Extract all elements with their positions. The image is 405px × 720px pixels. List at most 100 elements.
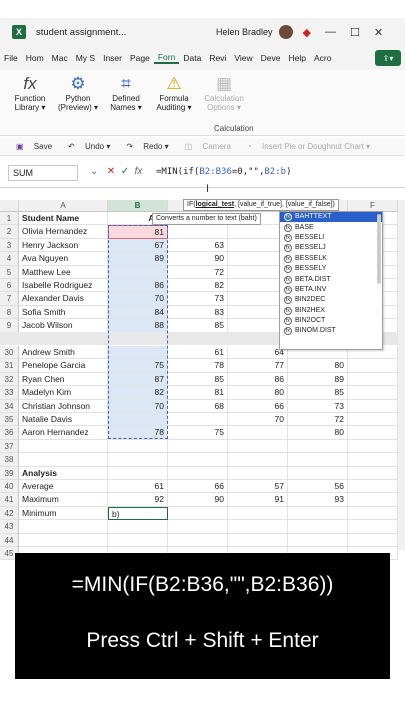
tab-insert[interactable]: Inser	[99, 53, 126, 63]
cell-f[interactable]	[348, 386, 398, 400]
cell-d[interactable]	[228, 520, 288, 534]
function-autocomplete-list[interactable]: fx BAHTTEXT fx BASE fx BESSELI fx BESSELJ fx BESS…	[279, 211, 383, 350]
cell-a[interactable]: Analysis	[19, 466, 108, 480]
cell-a[interactable]: Madelyn Kim	[19, 386, 108, 400]
tab-home[interactable]: Hom	[22, 53, 48, 63]
cell-b[interactable]: 86	[108, 279, 168, 293]
tab-my-stuff[interactable]: My S	[72, 53, 99, 63]
cell-f[interactable]	[348, 520, 398, 534]
row-number[interactable]: 7	[0, 292, 19, 306]
tab-acrobat[interactable]: Acro	[310, 53, 335, 63]
cell-c[interactable]: 81	[168, 386, 228, 400]
cell-a[interactable]: Ava Nguyen	[19, 252, 108, 266]
column-header-a[interactable]: A	[19, 200, 108, 212]
cell-a[interactable]: Jacob Wilson	[19, 319, 108, 333]
cell-e[interactable]: 56	[288, 480, 348, 494]
vertical-scrollbar[interactable]	[398, 200, 405, 550]
cell-a[interactable]: Penelope Garcia	[19, 359, 108, 373]
cell-b[interactable]	[108, 466, 168, 480]
cell-f[interactable]	[348, 426, 398, 440]
tab-developer[interactable]: Deve	[257, 53, 285, 63]
row-number[interactable]: 31	[0, 359, 19, 373]
cell-a[interactable]: Maximum	[19, 493, 108, 507]
row-number[interactable]: 8	[0, 305, 19, 320]
row-number[interactable]: 6	[0, 279, 19, 293]
cell-d[interactable]	[228, 533, 288, 547]
autocomplete-item[interactable]: fx BAHTTEXT	[280, 212, 382, 223]
row-number[interactable]: 33	[0, 386, 19, 400]
cell-d[interactable]: 77	[228, 359, 288, 373]
cell-e[interactable]	[288, 466, 348, 480]
cell-a[interactable]: Matthew Lee	[19, 265, 108, 279]
cell-e[interactable]: 73	[288, 399, 348, 413]
row-number[interactable]: 1	[0, 212, 19, 226]
insert-function-icon[interactable]: fx	[135, 166, 143, 177]
cell-a[interactable]: Alexander Davis	[19, 292, 108, 306]
cell-d[interactable]: 57	[228, 480, 288, 494]
cell-a[interactable]: Henry Jackson	[19, 238, 108, 253]
cell-c[interactable]	[168, 453, 228, 467]
cell-f[interactable]	[348, 399, 398, 413]
row-number[interactable]: 5	[0, 265, 19, 279]
cell-d[interactable]: 70	[228, 413, 288, 427]
cell-a[interactable]: Student Name	[19, 212, 108, 226]
cell-a[interactable]: Isabelle Rodriguez	[19, 279, 108, 293]
share-button[interactable]: ⇪▾	[375, 50, 401, 66]
cancel-icon[interactable]: ✕	[107, 166, 115, 177]
cell-a[interactable]: Average	[19, 480, 108, 494]
undo-button[interactable]: ↶ Undo ▾	[60, 142, 110, 151]
row-number[interactable]: 32	[0, 372, 19, 387]
cell-e[interactable]	[288, 453, 348, 467]
cell-b[interactable]: 82	[108, 386, 168, 400]
cell-b[interactable]	[108, 453, 168, 467]
cell-b[interactable]	[108, 413, 168, 427]
autocomplete-item[interactable]: fx BETA.DIST	[280, 274, 382, 284]
cell-b[interactable]	[108, 439, 168, 454]
tab-page-layout[interactable]: Page	[126, 53, 154, 63]
cell-b[interactable]	[108, 533, 168, 547]
cell-e[interactable]	[288, 533, 348, 547]
close-button[interactable]: ✕	[374, 26, 383, 39]
cell-c[interactable]: 66	[168, 480, 228, 494]
row-number[interactable]: 42	[0, 506, 19, 521]
cell-c[interactable]: 61	[168, 346, 228, 360]
cell-a[interactable]	[19, 520, 108, 534]
tab-review[interactable]: Revi	[205, 53, 230, 63]
autocomplete-item[interactable]: fx BETA.INV	[280, 285, 382, 295]
cell-c[interactable]: 68	[168, 399, 228, 413]
python-button[interactable]: ⚙ Python (Preview) ▾	[56, 74, 100, 112]
cell-e[interactable]: 80	[288, 359, 348, 373]
cell-e[interactable]: 80	[288, 426, 348, 440]
tab-data[interactable]: Data	[179, 53, 205, 63]
cell-f[interactable]	[348, 372, 398, 387]
cell-d[interactable]: 80	[228, 386, 288, 400]
cell-b[interactable]: b)	[108, 506, 168, 521]
cell-c[interactable]	[168, 506, 228, 521]
row-number[interactable]: 36	[0, 426, 19, 440]
cell-b[interactable]: 78	[108, 426, 168, 440]
cell-d[interactable]	[228, 453, 288, 467]
row-number[interactable]: 40	[0, 480, 19, 494]
cell-d[interactable]: 86	[228, 372, 288, 387]
row-number[interactable]: 35	[0, 413, 19, 427]
redo-button[interactable]: ↷ Redo ▾	[118, 142, 168, 151]
save-button[interactable]: ▣ Save	[8, 142, 52, 151]
row-number[interactable]: 9	[0, 319, 19, 333]
tab-file[interactable]: File	[0, 53, 22, 63]
user-name[interactable]: Helen Bradley	[216, 27, 273, 37]
cell-c[interactable]: 90	[168, 252, 228, 266]
formula-input[interactable]: =MIN(if(B2:B36=0,"",B2:b)	[156, 167, 292, 177]
cell-f[interactable]	[348, 359, 398, 373]
cell-c[interactable]	[168, 439, 228, 454]
cell-f[interactable]	[348, 533, 398, 547]
cell-f[interactable]	[348, 413, 398, 427]
cell-b[interactable]: 75	[108, 359, 168, 373]
cell-c[interactable]	[168, 413, 228, 427]
cell-a[interactable]	[19, 533, 108, 547]
cell-c[interactable]: 78	[168, 359, 228, 373]
function-library-button[interactable]: fx Function Library ▾	[8, 74, 52, 112]
row-number[interactable]: 4	[0, 252, 19, 266]
cell-a[interactable]: Sofia Smith	[19, 305, 108, 320]
row-number[interactable]: 2	[0, 225, 19, 239]
autocomplete-item[interactable]: fx BESSELI	[280, 233, 382, 243]
